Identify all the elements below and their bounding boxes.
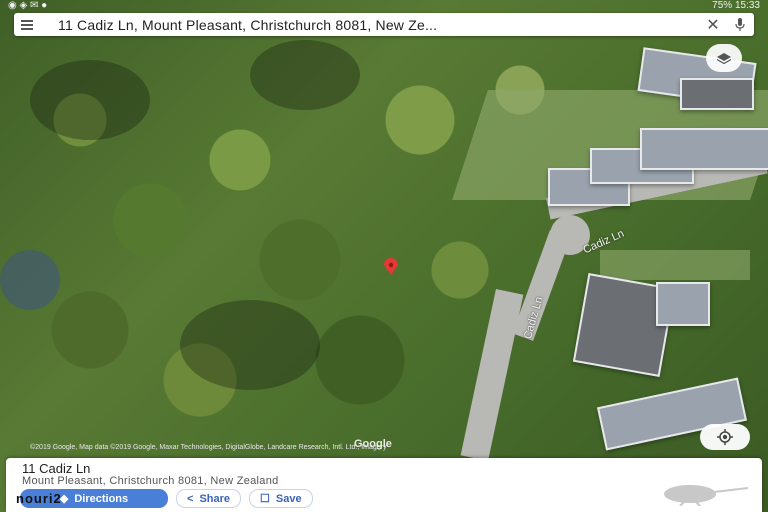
save-label: Save — [275, 492, 302, 505]
search-bar[interactable]: 11 Cadiz Ln, Mount Pleasant, Christchurc… — [14, 13, 754, 36]
menu-icon[interactable] — [14, 13, 40, 36]
save-button[interactable]: ☐ Save — [249, 489, 313, 508]
map-attribution: ©2019 Google, Map data ©2019 Google, Max… — [30, 444, 387, 451]
share-button[interactable]: < Share — [176, 489, 242, 508]
place-address: Mount Pleasant, Christchurch 8081, New Z… — [22, 475, 279, 487]
my-location-button[interactable] — [700, 424, 750, 450]
microphone-icon[interactable] — [726, 17, 754, 32]
my-location-icon — [717, 429, 733, 445]
location-pin-icon[interactable] — [382, 258, 400, 281]
google-logo: Google — [354, 438, 392, 450]
place-card[interactable]: 11 Cadiz Ln Mount Pleasant, Christchurch… — [6, 458, 762, 512]
close-icon[interactable]: ✕ — [700, 15, 726, 35]
satellite-map[interactable]: Cadiz Ln Cadiz Ln — [0, 0, 768, 512]
layers-icon — [716, 53, 732, 64]
search-input[interactable]: 11 Cadiz Ln, Mount Pleasant, Christchurc… — [40, 17, 700, 33]
status-time: 75% 15:33 — [712, 0, 760, 11]
place-name: 11 Cadiz Ln — [22, 461, 91, 476]
layers-button[interactable] — [706, 44, 742, 72]
watermark: nouri2 — [16, 491, 62, 506]
bookmark-icon: ☐ — [260, 493, 270, 505]
status-bar: ◉ ◈ ✉ ● 75% 15:33 — [0, 0, 768, 12]
directions-label: Directions — [74, 492, 129, 505]
place-actions: ◆ Directions < Share ☐ Save — [20, 489, 313, 508]
share-label: Share — [199, 492, 231, 505]
share-icon: < — [187, 492, 194, 505]
notification-icons: ◉ ◈ ✉ ● — [8, 0, 48, 11]
kiwi-bird-icon — [650, 482, 750, 511]
